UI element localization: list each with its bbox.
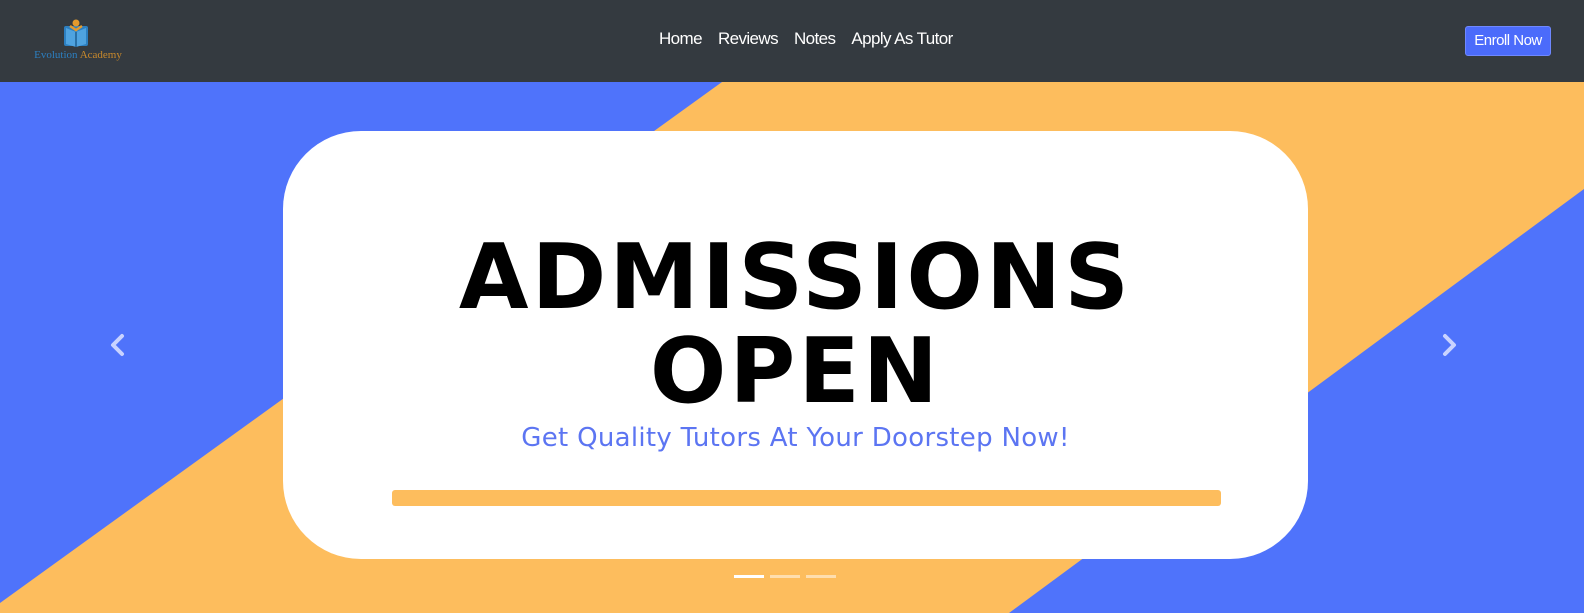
carousel-next-button[interactable] [1434, 330, 1464, 360]
carousel-indicators [734, 575, 836, 578]
slide-card: ADMISSIONS OPEN Get Quality Tutors At Yo… [283, 131, 1308, 559]
enroll-now-button[interactable]: Enroll Now [1465, 26, 1551, 56]
brand-name-part2: Academy [79, 49, 122, 61]
carousel-indicator-1[interactable] [734, 575, 764, 578]
slide-accent-bar [392, 490, 1221, 506]
nav-link-apply-as-tutor[interactable]: Apply As Tutor [851, 29, 953, 49]
nav-link-reviews[interactable]: Reviews [718, 29, 779, 49]
slide-headline-line1: ADMISSIONS [458, 225, 1133, 330]
brand-name-part1: Evolution [34, 49, 78, 61]
hero-carousel: ADMISSIONS OPEN Get Quality Tutors At Yo… [0, 82, 1584, 613]
chevron-right-icon [1443, 334, 1456, 356]
book-person-icon [64, 19, 88, 47]
carousel-prev-button[interactable] [103, 330, 133, 360]
slide-headline-line2: OPEN [649, 319, 942, 424]
slide-subheading: Get Quality Tutors At Your Doorstep Now! [521, 423, 1070, 453]
carousel-indicator-2[interactable] [770, 575, 800, 578]
nav-link-notes[interactable]: Notes [794, 29, 836, 49]
brand-name: Evolution Academy [28, 49, 128, 61]
navbar: Evolution Academy Home Reviews Notes App… [0, 0, 1584, 82]
main-nav: Home Reviews Notes Apply As Tutor [659, 29, 953, 49]
carousel-indicator-3[interactable] [806, 575, 836, 578]
nav-link-home[interactable]: Home [659, 29, 703, 49]
brand-logo[interactable]: Evolution Academy [28, 16, 128, 66]
chevron-left-icon [111, 334, 124, 356]
